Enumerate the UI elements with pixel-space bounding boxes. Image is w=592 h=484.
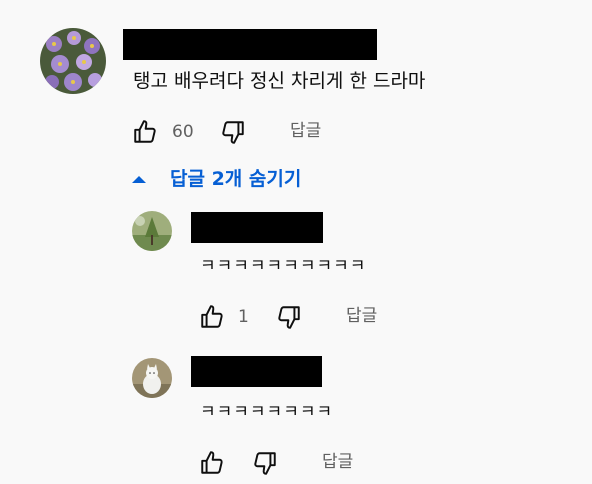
reply-author-redacted[interactable]: [191, 356, 322, 387]
thumbs-up-icon: [201, 451, 223, 474]
thumbs-down-icon: [278, 306, 300, 329]
thumbs-up-icon: [134, 120, 156, 143]
reply-avatar[interactable]: [132, 211, 172, 251]
avatar-image: [132, 211, 172, 251]
like-button[interactable]: [198, 449, 226, 477]
thumbs-down-icon: [254, 452, 276, 475]
reply-button[interactable]: 답글: [346, 305, 377, 327]
thumbs-down-icon: [222, 121, 244, 144]
caret-up-icon: [132, 176, 146, 183]
reply-button[interactable]: 답글: [290, 120, 321, 142]
reply-text: ㅋㅋㅋㅋㅋㅋㅋㅋㅋㅋ: [200, 256, 367, 276]
reply-text: ㅋㅋㅋㅋㅋㅋㅋㅋ: [200, 402, 334, 422]
commenter-avatar[interactable]: [40, 28, 106, 94]
hide-replies-toggle[interactable]: 답글 2개 숨기기: [131, 167, 301, 191]
thumbs-up-icon: [201, 305, 223, 328]
hide-replies-label: 답글 2개 숨기기: [170, 168, 302, 190]
like-button[interactable]: [198, 303, 226, 331]
dislike-button[interactable]: [251, 449, 279, 477]
dislike-button[interactable]: [219, 118, 247, 146]
avatar-image: [132, 358, 172, 398]
reply-avatar[interactable]: [132, 358, 172, 398]
like-count: 60: [172, 122, 194, 142]
comment-text: 탱고 배우려다 정신 차리게 한 드라마: [133, 70, 426, 92]
reply-button[interactable]: 답글: [322, 451, 353, 473]
reply-author-redacted[interactable]: [191, 212, 323, 243]
dislike-button[interactable]: [275, 303, 303, 331]
commenter-name-redacted[interactable]: [123, 29, 377, 60]
avatar-image: [40, 28, 106, 94]
like-count: 1: [238, 307, 249, 327]
like-button[interactable]: [131, 118, 159, 146]
